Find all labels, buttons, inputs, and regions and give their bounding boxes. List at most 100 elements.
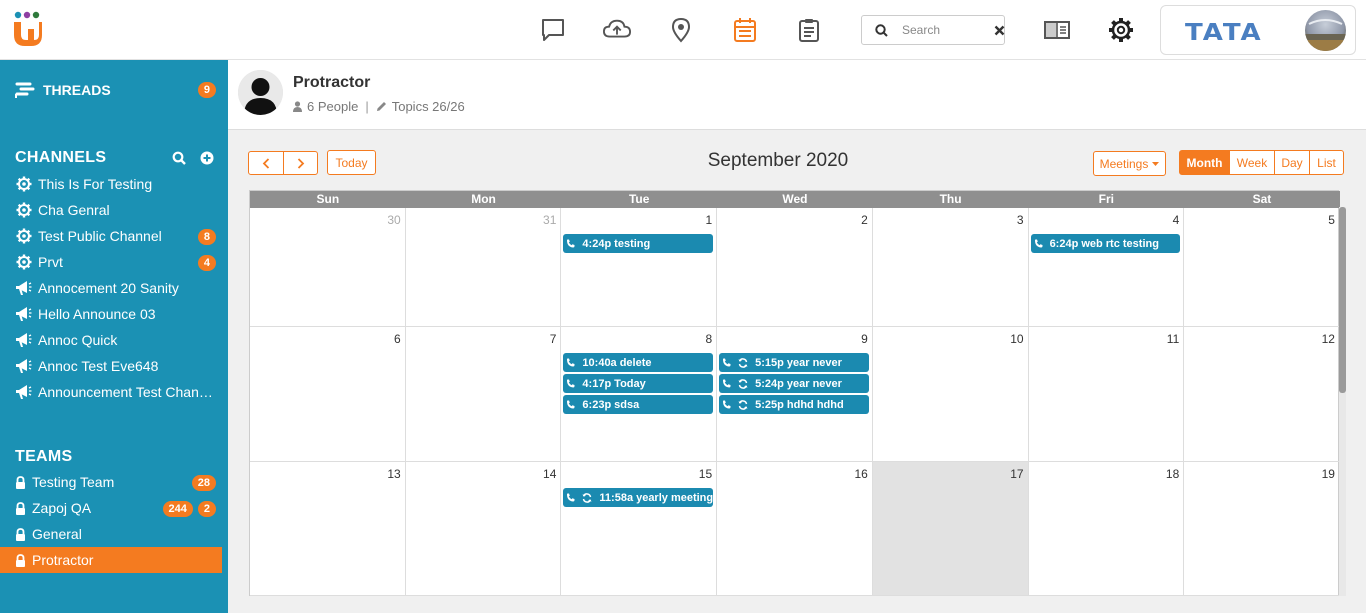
calendar-day-cell-today[interactable]: 17 <box>872 462 1029 596</box>
calendar-day-cell[interactable]: 9 5:15p year never 5:24p year never 5:25p hdhd… <box>717 327 873 462</box>
calendar-event[interactable]: 5:25p hdhd hdhd <box>719 395 869 414</box>
calendar-day-cell[interactable]: 13 <box>250 462 406 596</box>
sidebar-channel-item[interactable]: Hello Announce 03 <box>0 301 222 327</box>
calendar-day-cell[interactable]: 10 <box>872 327 1029 462</box>
day-number[interactable]: 9 <box>861 332 868 346</box>
sidebar-channel-item[interactable]: This Is For Testing <box>0 171 222 197</box>
sidebar-channel-item[interactable]: Prvt 4 <box>0 249 222 275</box>
calendar-event[interactable]: 5:24p year never <box>719 374 869 393</box>
calendar-day-cell[interactable]: 12 <box>1184 327 1340 462</box>
search-input[interactable] <box>902 17 988 43</box>
sidebar-team-item[interactable]: General <box>0 521 222 547</box>
calendar-day-cell[interactable]: 1 4:24p testing <box>561 208 718 327</box>
calendar-event[interactable]: 4:17p Today <box>563 374 714 393</box>
view-day-button[interactable]: Day <box>1274 150 1310 175</box>
day-number[interactable]: 4 <box>1173 213 1180 227</box>
calendar-event[interactable]: 4:24p testing <box>563 234 714 253</box>
user-avatar[interactable] <box>1305 10 1346 51</box>
chat-icon[interactable] <box>539 16 567 44</box>
calendar-day-cell[interactable]: 4 6:24p web rtc testing <box>1028 208 1185 327</box>
today-button[interactable]: Today <box>327 150 376 175</box>
gear-icon <box>15 176 32 192</box>
add-channel-icon[interactable] <box>200 151 214 165</box>
sidebar-team-item[interactable]: Protractor <box>0 547 222 573</box>
calendar-day-cell[interactable]: 30 <box>250 208 406 327</box>
calendar-day-cell[interactable]: 7 <box>405 327 562 462</box>
day-number[interactable]: 3 <box>1017 213 1024 227</box>
clear-search-icon[interactable] <box>994 25 1005 36</box>
day-number[interactable]: 14 <box>543 467 556 481</box>
brand-account-box[interactable]: TATA <box>1160 5 1356 55</box>
calendar-icon[interactable] <box>731 16 759 44</box>
day-number[interactable]: 18 <box>1166 467 1179 481</box>
scrollbar-thumb[interactable] <box>1339 207 1346 393</box>
day-number[interactable]: 1 <box>705 213 712 227</box>
calendar-event[interactable]: 5:15p year never <box>719 353 869 372</box>
clipboard-icon[interactable] <box>795 16 823 44</box>
day-number[interactable]: 30 <box>387 213 400 227</box>
event-title: year never <box>786 377 842 390</box>
cloud-upload-icon[interactable] <box>603 16 631 44</box>
calendar-day-cell[interactable]: 18 <box>1028 462 1185 596</box>
calendar-day-cell[interactable]: 14 <box>405 462 562 596</box>
calendar-day-cell[interactable]: 2 <box>717 208 873 327</box>
sidebar-channel-item[interactable]: Annocement 20 Sanity <box>0 275 222 301</box>
calendar-event[interactable]: 6:24p web rtc testing <box>1030 234 1181 253</box>
calendar-event[interactable]: 6:23p sdsa <box>563 395 714 414</box>
calendar-scrollbar[interactable] <box>1339 207 1346 596</box>
day-number[interactable]: 31 <box>543 213 556 227</box>
day-number[interactable]: 8 <box>705 332 712 346</box>
calendar-day-cell[interactable]: 31 <box>405 208 562 327</box>
unread-count-badge: 244 <box>162 501 193 517</box>
settings-gear-icon[interactable] <box>1107 16 1135 44</box>
sidebar-team-item[interactable]: Testing Team 28 <box>0 469 222 495</box>
calendar-day-cell[interactable]: 3 <box>872 208 1029 327</box>
calendar-day-cell[interactable]: 16 <box>717 462 873 596</box>
threads-item[interactable]: THREADS 9 <box>15 80 220 100</box>
phone-icon <box>722 358 734 367</box>
app-logo-icon[interactable] <box>13 11 43 47</box>
day-number[interactable]: 6 <box>394 332 401 346</box>
day-number[interactable]: 11 <box>1167 332 1179 346</box>
search-box[interactable] <box>861 15 1005 45</box>
view-list-button[interactable]: List <box>1309 150 1344 175</box>
sidebar-channel-item[interactable]: Announcement Test Channel <box>0 379 222 405</box>
calendar-day-cell[interactable]: 19 <box>1184 462 1340 596</box>
sidebar-channel-item[interactable]: Annoc Test Eve648 <box>0 353 222 379</box>
people-count[interactable]: 6 People <box>307 99 358 114</box>
day-number[interactable]: 16 <box>854 467 867 481</box>
view-week-button[interactable]: Week <box>1229 150 1275 175</box>
day-number[interactable]: 10 <box>1010 332 1023 346</box>
sidebar-channel-item[interactable]: Cha Genral <box>0 197 222 223</box>
gear-icon <box>15 228 32 244</box>
day-of-week-label: Sun <box>316 192 340 206</box>
day-number[interactable]: 13 <box>387 467 400 481</box>
calendar-day-cell[interactable]: 15 11:58a yearly meeting <box>561 462 718 596</box>
day-number[interactable]: 5 <box>1328 213 1335 227</box>
calendar-event[interactable]: 10:40a delete <box>563 353 714 372</box>
day-number[interactable]: 15 <box>699 467 712 481</box>
reader-view-icon[interactable] <box>1043 16 1071 44</box>
sidebar-team-item[interactable]: Zapoj QA 244 2 <box>0 495 222 521</box>
day-number[interactable]: 12 <box>1322 332 1335 346</box>
day-number[interactable]: 19 <box>1322 467 1335 481</box>
calendar-event[interactable]: 11:58a yearly meeting <box>563 488 714 507</box>
sidebar-channel-item[interactable]: Test Public Channel 8 <box>0 223 222 249</box>
next-month-button[interactable] <box>283 151 318 175</box>
sidebar-channel-item[interactable]: Annoc Quick <box>0 327 222 353</box>
calendar-day-cell[interactable]: 5 <box>1184 208 1340 327</box>
day-number[interactable]: 7 <box>550 332 557 346</box>
location-pin-icon[interactable] <box>667 16 695 44</box>
day-number[interactable]: 17 <box>1010 467 1023 481</box>
day-number[interactable]: 2 <box>861 213 868 227</box>
channel-search-icon[interactable] <box>172 151 186 165</box>
calendar-day-cell[interactable]: 11 <box>1028 327 1185 462</box>
view-month-button[interactable]: Month <box>1179 150 1230 175</box>
calendar-day-cell[interactable]: 6 <box>250 327 406 462</box>
meetings-dropdown[interactable]: Meetings <box>1093 151 1166 176</box>
calendar-day-cell[interactable]: 8 10:40a delete 4:17p Today 6:23p sdsa <box>561 327 718 462</box>
prev-month-button[interactable] <box>248 151 284 175</box>
topics-count[interactable]: Topics 26/26 <box>392 99 465 114</box>
phone-icon <box>566 493 578 502</box>
threads-icon <box>15 81 35 99</box>
